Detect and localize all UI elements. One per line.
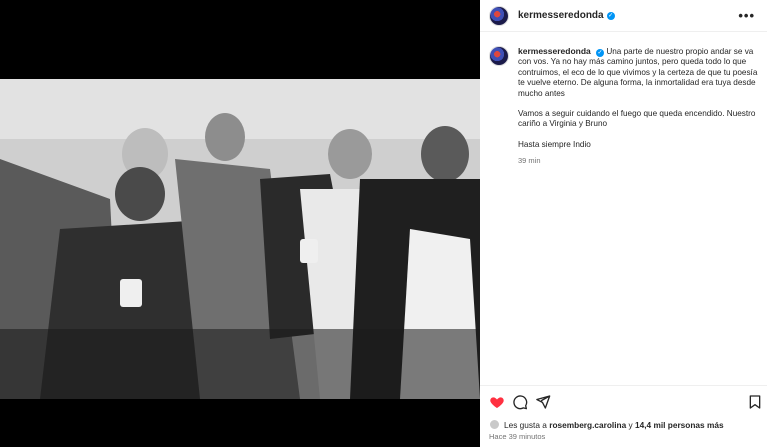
caption-paragraph-3: Hasta siempre Indio (518, 139, 591, 149)
author-avatar[interactable] (489, 5, 509, 26)
caption-avatar[interactable] (489, 46, 509, 66)
post-photo[interactable] (0, 79, 480, 399)
more-options-icon[interactable]: ••• (738, 8, 755, 23)
post-caption: kermesseredonda ✓ Una parte de nuestro p… (489, 46, 759, 167)
band-photo-illustration (0, 79, 480, 399)
likes-mid: y (628, 419, 633, 430)
likes-count[interactable]: 14,4 mil personas más (635, 420, 724, 430)
comment-icon[interactable] (512, 394, 528, 410)
share-icon[interactable] (535, 394, 551, 410)
caption-time[interactable]: 39 min (518, 156, 758, 166)
verified-badge-icon: ✓ (606, 11, 615, 20)
caption-verified-icon: ✓ (596, 49, 605, 57)
post-header: kermesseredonda ✓ ••• (480, 0, 767, 32)
author-username[interactable]: kermesseredonda (518, 10, 604, 21)
caption-username[interactable]: kermesseredonda (518, 46, 591, 56)
liker-username[interactable]: rosemberg.carolina (549, 420, 626, 430)
post-media (0, 0, 480, 447)
caption-paragraph-2: Vamos a seguir cuidando el fuego que que… (518, 109, 756, 129)
post-side-panel: kermesseredonda ✓ ••• kermesseredonda ✓ … (480, 0, 767, 447)
liker-avatar[interactable] (489, 419, 500, 430)
likes-summary: Les gusta a rosemberg.carolina y 14,4 mi… (489, 419, 724, 430)
caption-body: kermesseredonda ✓ Una parte de nuestro p… (518, 46, 758, 167)
divider (480, 385, 767, 386)
like-heart-icon[interactable] (489, 394, 505, 410)
likes-prefix: Les gusta a (504, 419, 547, 430)
bookmark-icon[interactable] (747, 394, 763, 410)
post-timestamp[interactable]: Hace 39 minutos (489, 432, 545, 441)
action-bar (489, 394, 764, 412)
